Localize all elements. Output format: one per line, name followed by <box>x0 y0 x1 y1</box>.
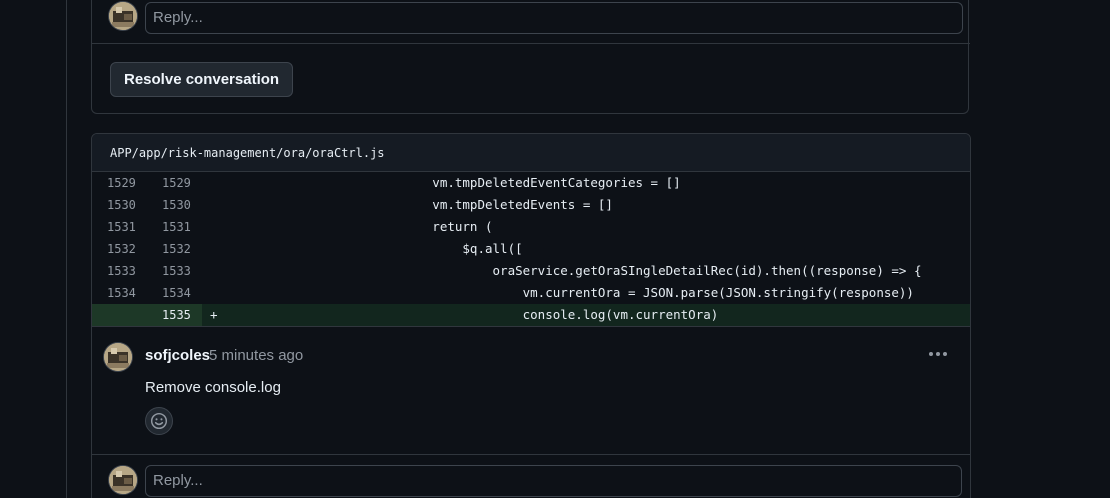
old-line-number[interactable]: 1533 <box>107 260 163 282</box>
diff-marker: + <box>210 307 218 322</box>
file-path-header: APP/app/risk-management/ora/oraCtrl.js <box>92 134 970 172</box>
avatar[interactable] <box>109 466 137 494</box>
old-line-number[interactable]: 1529 <box>107 172 163 194</box>
pr-review-page: Reply... Resolve conversation APP/app/ri… <box>0 0 1110 498</box>
diff-line[interactable]: 1530 1530 vm.tmpDeletedEvents = [] <box>92 194 970 216</box>
more-options-icon <box>929 352 947 356</box>
avatar-image <box>109 2 137 30</box>
comment-author-avatar[interactable] <box>104 343 132 371</box>
code-line: $q.all([ <box>342 241 523 256</box>
previous-review-thread: Reply... Resolve conversation <box>91 0 970 114</box>
code-line: vm.tmpDeletedEvents = [] <box>342 197 613 212</box>
reply-row: Reply... <box>92 0 970 44</box>
old-line-number[interactable]: 1530 <box>107 194 163 216</box>
code-line: vm.currentOra = JSON.parse(JSON.stringif… <box>342 285 914 300</box>
code-line: console.log(vm.currentOra) <box>342 307 719 322</box>
avatar-image <box>109 466 137 494</box>
code-line: oraService.getOraSIngleDetailRec(id).the… <box>342 263 922 278</box>
code-line: return ( <box>342 219 493 234</box>
new-line-number[interactable]: 1529 <box>162 172 218 194</box>
old-line-number[interactable]: 1534 <box>107 282 163 304</box>
diff-table: 1529 1529 vm.tmpDeletedEventCategories = … <box>92 172 970 326</box>
resolve-conversation-button[interactable]: Resolve conversation <box>110 62 294 97</box>
avatar[interactable] <box>109 2 137 30</box>
diff-line[interactable]: 1529 1529 vm.tmpDeletedEventCategories = … <box>92 172 970 194</box>
diff-line[interactable]: 1531 1531 return ( <box>92 216 970 238</box>
reply-input[interactable]: Reply... <box>145 465 962 497</box>
smiley-icon <box>150 412 168 430</box>
comment-author[interactable]: sofjcoles <box>145 347 210 364</box>
old-line-number[interactable]: 1532 <box>107 238 163 260</box>
kebab-horizontal-icon[interactable] <box>926 341 950 361</box>
old-line-number[interactable]: 1531 <box>107 216 163 238</box>
review-comment: sofjcoles 5 minutes ago Remove console.l… <box>92 326 970 445</box>
comment-timestamp[interactable]: 5 minutes ago <box>209 347 303 364</box>
diff-line[interactable]: 1534 1534 vm.currentOra = JSON.parse(JSON… <box>92 282 970 304</box>
comment-body: Remove console.log <box>145 379 281 396</box>
file-path[interactable]: APP/app/risk-management/ora/oraCtrl.js <box>110 146 385 160</box>
review-thread-file: APP/app/risk-management/ora/oraCtrl.js 1… <box>91 133 971 498</box>
new-line-number[interactable]: 1530 <box>162 194 218 216</box>
add-reaction-button[interactable] <box>145 407 173 435</box>
avatar-image <box>104 343 132 371</box>
timeline-rail <box>66 0 67 498</box>
new-line-number[interactable]: 1531 <box>162 216 218 238</box>
reply-input[interactable]: Reply... <box>145 2 963 34</box>
new-line-number[interactable]: 1534 <box>162 282 218 304</box>
reply-row: Reply... <box>91 454 971 498</box>
new-line-number[interactable]: 1532 <box>162 238 218 260</box>
code-line: vm.tmpDeletedEventCategories = [] <box>342 175 681 190</box>
new-line-number[interactable]: 1533 <box>162 260 218 282</box>
diff-line[interactable]: 1532 1532 $q.all([ <box>92 238 970 260</box>
diff-line-added[interactable]: 1535 + console.log(vm.currentOra) <box>92 304 970 326</box>
diff-line[interactable]: 1533 1533 oraService.getOraSIngleDetailRe… <box>92 260 970 282</box>
